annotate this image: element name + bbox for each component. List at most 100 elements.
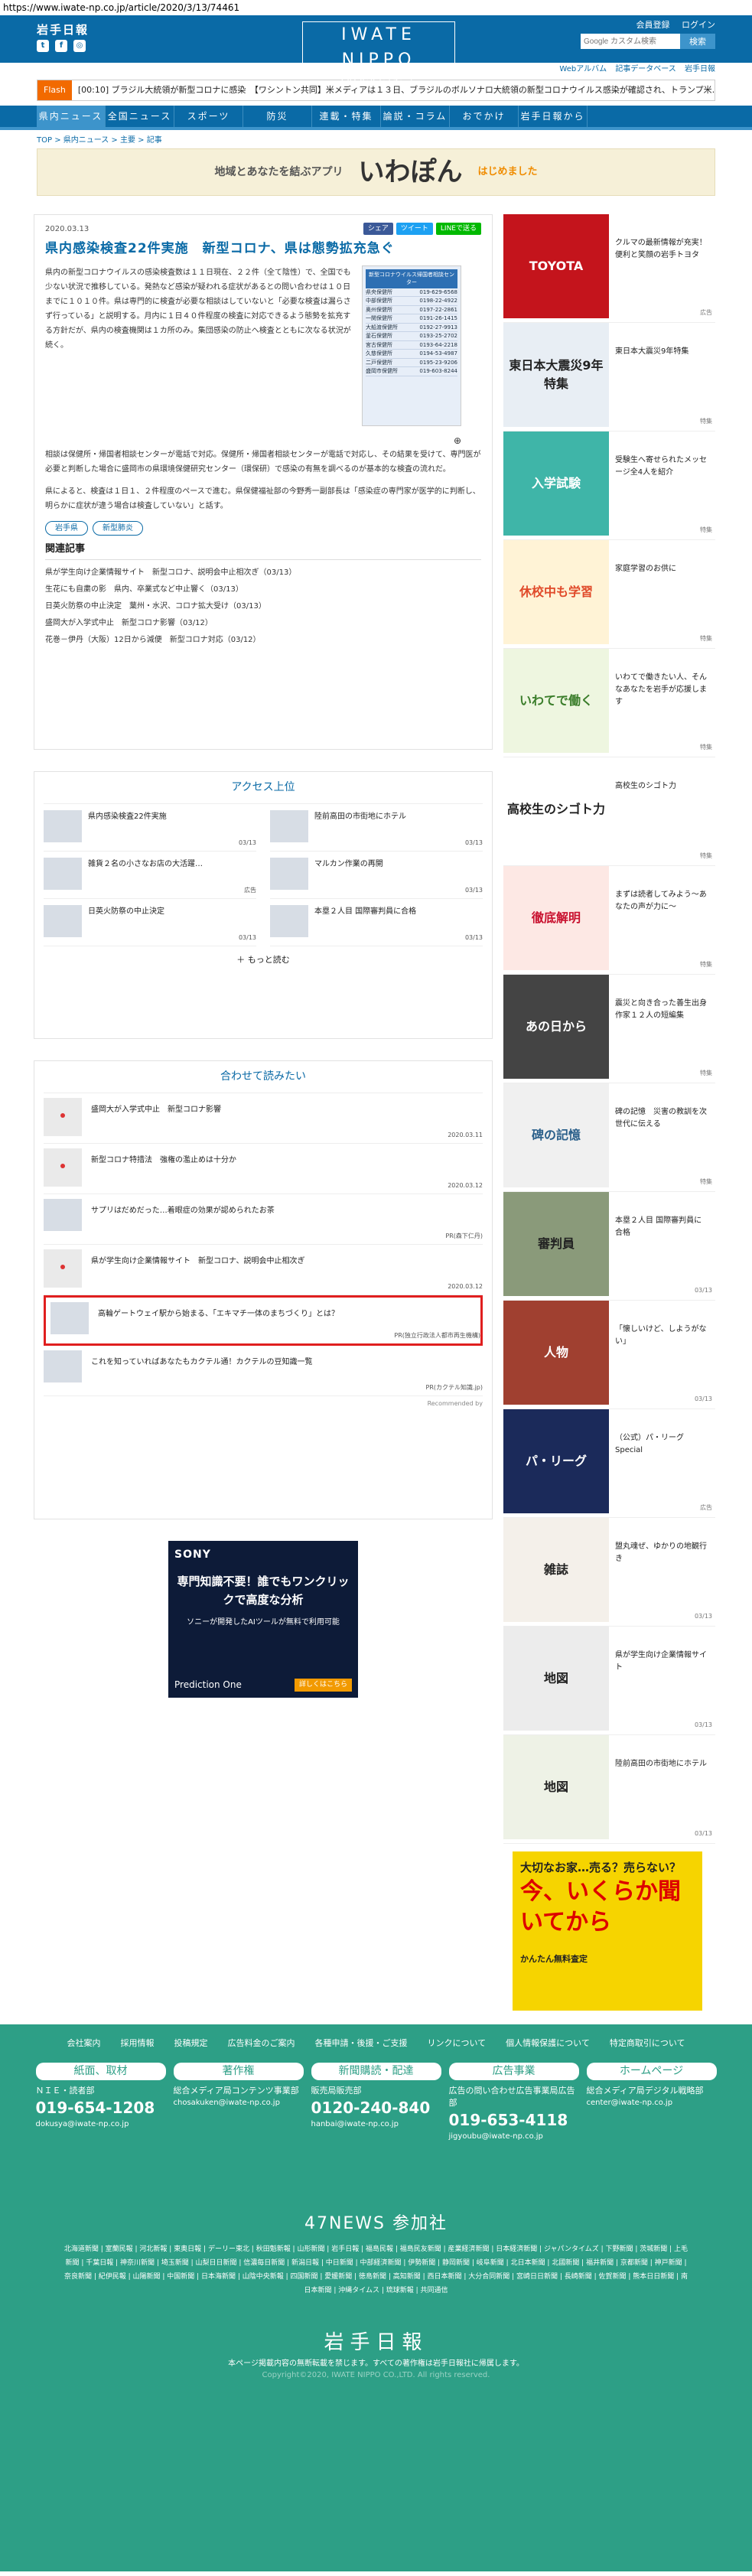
- list-item[interactable]: 日英火防祭の中止決定 03/13: [44, 899, 256, 946]
- banner-text-2: いわぽん: [358, 156, 463, 187]
- footer-link[interactable]: 会社案内: [67, 2037, 100, 2050]
- phone-number[interactable]: 019-653-4118: [449, 2109, 579, 2131]
- ad-cta[interactable]: かんたん無料査定: [520, 1953, 695, 1966]
- search-input[interactable]: [581, 34, 680, 49]
- list-item[interactable]: 雑貨２名の小さなお店の大活躍… 広告: [44, 852, 256, 899]
- email-link[interactable]: dokusya@iwate-np.co.jp: [36, 2118, 166, 2130]
- list-item[interactable]: マルカン作業の再開 03/13: [270, 852, 483, 899]
- list-item[interactable]: 陸前高田の市街地にホテル 03/13: [270, 804, 483, 852]
- facebook-icon[interactable]: f: [55, 40, 67, 52]
- sidebar-item[interactable]: 人物 「懐しいけど、しようがない」 03/13: [503, 1301, 715, 1409]
- instagram-icon[interactable]: ◎: [73, 40, 86, 52]
- nav-item-from-nippo[interactable]: 岩手日報から: [519, 106, 588, 127]
- phone-number[interactable]: 019-654-1208: [36, 2097, 166, 2118]
- email-link[interactable]: center@iwate-np.co.jp: [587, 2097, 717, 2109]
- account-links: 会員登録 ログイン: [627, 19, 716, 32]
- sidebar-item[interactable]: 碑の記憶 碑の記憶 災害の教訓を次世代に伝える 特集: [503, 1083, 715, 1192]
- list-item[interactable]: 本塁２人目 国際審判員に合格 03/13: [270, 899, 483, 946]
- sidebar-item[interactable]: 審判員 本塁２人目 国際審判員に合格 03/13: [503, 1192, 715, 1301]
- url-bar[interactable]: https://www.iwate-np.co.jp/article/2020/…: [0, 0, 752, 15]
- related-link[interactable]: 県が学生向け企業情報サイト 新型コロナ、説明会中止相次ぎ（03/13）: [45, 565, 481, 581]
- related-link[interactable]: 花巻－伊丹（大阪）12日から減便 新型コロナ対応（03/12）: [45, 632, 481, 649]
- sub-link-database[interactable]: 記事データベース: [615, 65, 676, 73]
- sub-link-nippo[interactable]: 岩手日報: [685, 65, 715, 73]
- contact-box: ホームページ 総合メディア局デジタル戦略部 center@iwate-np.co.j…: [586, 2063, 717, 2142]
- figure-row: 久慈保健所 0194-53-4987: [366, 350, 457, 359]
- sidebar-image: 地図: [503, 1735, 609, 1839]
- sidebar-item[interactable]: 徹底解明 まずは読者してみよう～あなたの声が力に～ 特集: [503, 866, 715, 975]
- sidebar-item[interactable]: TOYOTA クルマの最新情報が充実！便利と笑顔の岩手トヨタ 広告: [503, 214, 715, 323]
- nav-item-outing[interactable]: おでかけ: [450, 106, 519, 127]
- sub-link-album[interactable]: Webアルバム: [559, 65, 607, 73]
- email-link[interactable]: hanbai@iwate-np.co.jp: [311, 2118, 441, 2130]
- list-item[interactable]: サプリはだめだった…着眼症の効果が認められたお茶 PR(森下仁丹): [44, 1194, 483, 1245]
- footer-link[interactable]: 採用情報: [120, 2037, 154, 2050]
- app-banner[interactable]: 地域とあなたを結ぶアプリ いわぽん はじめました: [37, 148, 715, 196]
- site-logo[interactable]: IWATE NIPPO 2020.03.14. 土: [302, 21, 455, 85]
- sidebar-item[interactable]: パ・リーグ （公式）パ・リーグSpecial 広告: [503, 1409, 715, 1518]
- sidebar-item[interactable]: 高校生のシゴト力 高校生のシゴト力 特集: [503, 757, 715, 866]
- sidebar-item[interactable]: いわてで働く いわてで働きたい人、そんなあなたを岩手が応援します 特集: [503, 649, 715, 757]
- footer-link[interactable]: リンクについて: [427, 2037, 486, 2050]
- flash-text[interactable]: [00:10] ブラジル大統領が新型コロナに感染 【ワシントン共同】米メディアは…: [78, 84, 715, 97]
- list-item[interactable]: これを知っていればあなたもカクテル通！カクテルの豆知識一覧 PR(カクテル知識.j…: [44, 1346, 483, 1396]
- sidebar-item[interactable]: 休校中も学習 家庭学習のお供に 特集: [503, 540, 715, 649]
- phone-number[interactable]: 0120-240-840: [311, 2097, 441, 2118]
- consultation-table-figure[interactable]: 新型コロナウイルス帰国者相談センター 県央保健所 019-629-6568 中部保…: [362, 265, 461, 426]
- more-button[interactable]: ＋ もっと読む: [44, 946, 483, 975]
- tag-pneumonia[interactable]: 新型肺炎: [93, 520, 143, 536]
- search-button[interactable]: 検索: [680, 34, 715, 49]
- footer-link[interactable]: 特定商取引について: [610, 2037, 685, 2050]
- footer-logo[interactable]: 岩手日報: [0, 2328, 752, 2358]
- article-title: 県内感染検査22件実施 新型コロナ、県は態勢拡充急ぐ: [45, 241, 395, 256]
- sidebar-ad[interactable]: 大切なお家…売る？売らない？ 今、いくらか聞いてから かんたん無料査定: [513, 1851, 702, 2011]
- email-link[interactable]: jigyoubu@iwate-np.co.jp: [449, 2131, 579, 2142]
- sidebar-item[interactable]: 入学試験 受験生へ寄せられたメッセージ全4人を紹介 特集: [503, 432, 715, 540]
- footer-link[interactable]: 投稿規定: [174, 2037, 207, 2050]
- related-link[interactable]: 日英火防祭の中止決定 葉州・水沢、コロナ拡大受け（03/13）: [45, 598, 481, 615]
- list-item[interactable]: 県が学生向け企業情報サイト 新型コロナ、説明会中止相次ぎ 2020.03.12: [44, 1245, 483, 1295]
- related-link[interactable]: 盛岡大が入学式中止 新型コロナ影響（03/12）: [45, 615, 481, 632]
- facebook-share-button[interactable]: シェア: [363, 223, 393, 235]
- list-item[interactable]: 県内感染検査22件実施 03/13: [44, 804, 256, 852]
- tag-iwate[interactable]: 岩手県: [45, 520, 88, 536]
- tweet-button[interactable]: ツイート: [396, 223, 433, 235]
- sidebar-item[interactable]: あの日から 震災と向き合った善生出身作家１２人の短編集 特集: [503, 975, 715, 1083]
- list-item[interactable]: 盛岡大が入学式中止 新型コロナ影響 2020.03.11: [44, 1093, 483, 1144]
- register-link[interactable]: 会員登録: [636, 20, 670, 30]
- figure-row: 大船渡保健所 0192-27-9913: [366, 324, 457, 332]
- nav-item-national[interactable]: 全国ニュース: [106, 106, 174, 127]
- sidebar-image: 雑誌: [503, 1518, 609, 1622]
- line-share-button[interactable]: LINEで送る: [435, 223, 481, 235]
- thumbnail: [44, 905, 82, 937]
- nav-item-series[interactable]: 連載・特集: [312, 106, 381, 127]
- list-item[interactable]: 新型コロナ特措法 強権の濫止めは十分か 2020.03.12: [44, 1144, 483, 1194]
- twitter-icon[interactable]: t: [37, 40, 49, 52]
- nav-item-sports[interactable]: スポーツ: [174, 106, 243, 127]
- ad-subtext: ソニーが開発したAIツールが無料で利用可能: [187, 1618, 340, 1627]
- sidebar-item[interactable]: 地図 県が学生向け企業情報サイト 03/13: [503, 1627, 715, 1735]
- site-logo-small[interactable]: 岩手日報: [37, 21, 89, 39]
- article-top: 2020.03.13 シェア ツイート LINEで送る: [45, 223, 481, 235]
- nav-item-prefecture[interactable]: 県内ニュース: [37, 106, 106, 127]
- footer-link[interactable]: 各種申請・後援・ご支援: [314, 2037, 407, 2050]
- nav-item-disaster[interactable]: 防災: [243, 106, 312, 127]
- ad-cta[interactable]: 詳しくはこちら: [294, 1678, 352, 1692]
- member-papers[interactable]: 北海道新聞 | 室蘭民報 | 河北新報 | 東奥日報 | デーリー東北 | 秋田…: [61, 2242, 691, 2298]
- footer-link[interactable]: 広告料金のご案内: [227, 2037, 295, 2050]
- breadcrumb[interactable]: TOP > 県内ニュース > 主要 > 記事: [0, 130, 752, 148]
- sidebar-item[interactable]: 雑誌 盟丸魂ぜ、ゆかりの地観行き 03/13: [503, 1518, 715, 1627]
- nav-item-opinion[interactable]: 論説・コラム: [381, 106, 450, 127]
- header-date: 2020.03.14. 土: [340, 75, 417, 83]
- sony-ad[interactable]: SONY 専門知識不要！誰でもワンクリックで高度な分析 ソニーが開発したAIツー…: [168, 1541, 358, 1698]
- sidebar-item[interactable]: 地図 陸前高田の市街地にホテル 03/13: [503, 1735, 715, 1844]
- login-link[interactable]: ログイン: [682, 20, 715, 30]
- sidebar-image: TOYOTA: [503, 214, 609, 318]
- article-tags: 岩手県 新型肺炎: [45, 520, 481, 536]
- footer-link[interactable]: 個人情報保護について: [506, 2037, 590, 2050]
- list-item[interactable]: 高輪ゲートウェイ駅から始まる、「エキマチ一体のまちづくり」とは？ PR(独立行政法…: [44, 1295, 483, 1346]
- email-link[interactable]: chosakuken@iwate-np.co.jp: [174, 2097, 304, 2109]
- sidebar-item[interactable]: 東日本大震災9年特集 東日本大震災9年特集 特集: [503, 323, 715, 432]
- related-link[interactable]: 生花にも自粛の影 県内、卒業式など中止響く（03/13）: [45, 581, 481, 598]
- zoom-icon[interactable]: ⊕: [362, 434, 461, 448]
